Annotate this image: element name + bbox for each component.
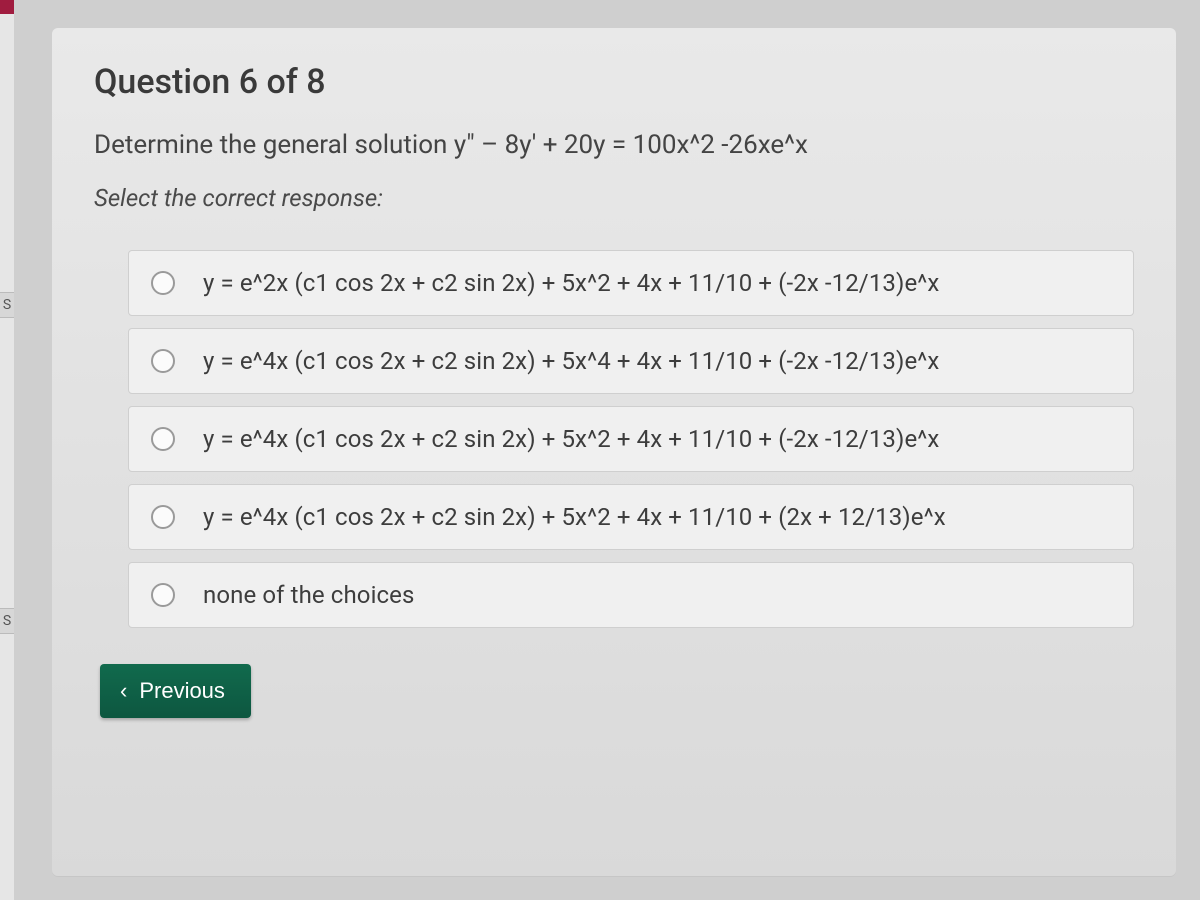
radio-icon[interactable] bbox=[151, 349, 175, 373]
left-tab-2[interactable]: S bbox=[0, 608, 14, 634]
choice-5[interactable]: none of the choices bbox=[128, 562, 1134, 628]
choice-1[interactable]: y = e^2x (c1 cos 2x + c2 sin 2x) + 5x^2 … bbox=[128, 250, 1134, 316]
choice-3[interactable]: y = e^4x (c1 cos 2x + c2 sin 2x) + 5x^2 … bbox=[128, 406, 1134, 472]
question-subprompt: Select the correct response: bbox=[94, 184, 1134, 212]
question-panel: Question 6 of 8 Determine the general so… bbox=[52, 28, 1176, 876]
question-prompt: Determine the general solution y" – 8y' … bbox=[94, 130, 1134, 160]
chevron-left-icon: ‹ bbox=[120, 680, 127, 702]
previous-button-label: Previous bbox=[139, 678, 225, 704]
accent-bar bbox=[0, 0, 14, 14]
choice-list: y = e^2x (c1 cos 2x + c2 sin 2x) + 5x^2 … bbox=[94, 250, 1134, 628]
choice-label: y = e^4x (c1 cos 2x + c2 sin 2x) + 5x^2 … bbox=[203, 503, 946, 531]
radio-icon[interactable] bbox=[151, 427, 175, 451]
choice-label: y = e^4x (c1 cos 2x + c2 sin 2x) + 5x^4 … bbox=[203, 347, 939, 375]
radio-icon[interactable] bbox=[151, 271, 175, 295]
question-title: Question 6 of 8 bbox=[94, 62, 1134, 102]
radio-icon[interactable] bbox=[151, 583, 175, 607]
previous-button[interactable]: ‹ Previous bbox=[100, 664, 251, 718]
radio-icon[interactable] bbox=[151, 505, 175, 529]
left-rail: S S bbox=[0, 0, 14, 900]
choice-label: none of the choices bbox=[203, 581, 415, 609]
left-tab-1[interactable]: S bbox=[0, 292, 14, 318]
choice-4[interactable]: y = e^4x (c1 cos 2x + c2 sin 2x) + 5x^2 … bbox=[128, 484, 1134, 550]
nav-row: ‹ Previous bbox=[94, 664, 1134, 718]
choice-label: y = e^2x (c1 cos 2x + c2 sin 2x) + 5x^2 … bbox=[203, 269, 939, 297]
choice-2[interactable]: y = e^4x (c1 cos 2x + c2 sin 2x) + 5x^4 … bbox=[128, 328, 1134, 394]
choice-label: y = e^4x (c1 cos 2x + c2 sin 2x) + 5x^2 … bbox=[203, 425, 939, 453]
